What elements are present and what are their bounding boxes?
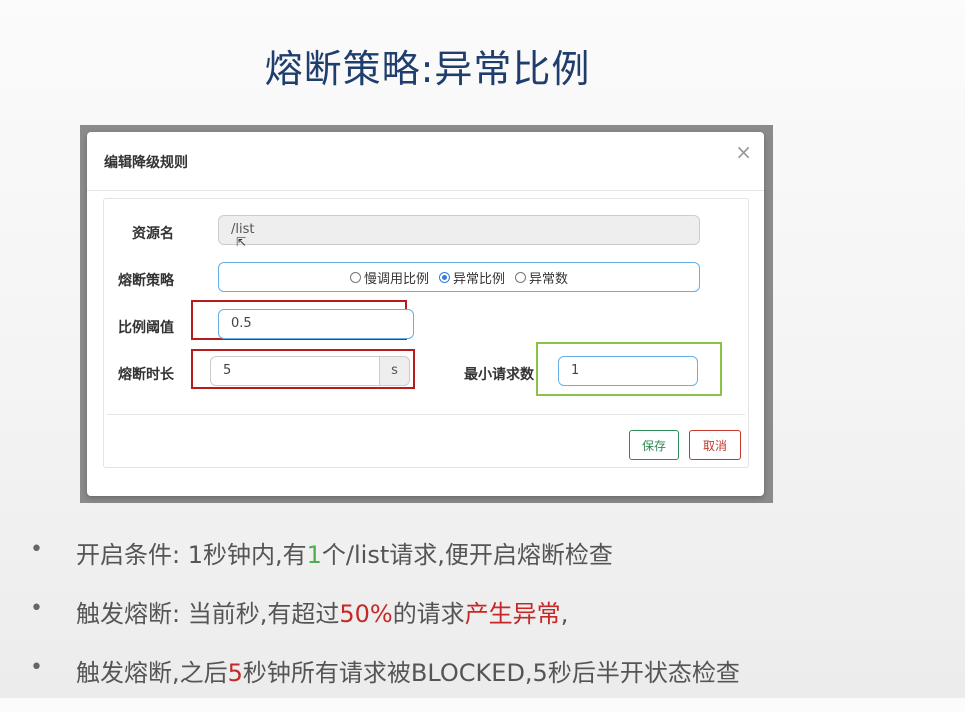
- bullet-text: 触发熔断: 当前秒,有超过50%的请求产生异常,: [76, 600, 569, 628]
- duration-unit-addon: s: [380, 356, 410, 386]
- edit-degrade-rule-dialog: 编辑降级规则 × 资源名 /list ⇱ 熔断策略 慢调用比例 异常比例 异常数…: [87, 132, 764, 496]
- resource-label: 资源名: [132, 226, 174, 242]
- radio-exception-ratio[interactable]: 异常比例: [438, 268, 505, 287]
- bullet-item: • 触发熔断: 当前秒,有超过50%的请求产生异常,: [30, 594, 950, 638]
- slide-title: 熔断策略:异常比例: [264, 47, 591, 91]
- min-requests-label: 最小请求数: [464, 367, 534, 383]
- save-button[interactable]: 保存: [629, 430, 679, 460]
- bullet-text: 触发熔断,之后5秒钟所有请求被BLOCKED,5秒后半开状态检查: [76, 659, 740, 687]
- dialog-title: 编辑降级规则: [104, 155, 188, 171]
- close-icon[interactable]: ×: [735, 140, 752, 164]
- bullet-item: • 触发熔断,之后5秒钟所有请求被BLOCKED,5秒后半开状态检查: [30, 653, 950, 697]
- bullet-list: • 开启条件: 1秒钟内,有1个/list请求,便开启熔断检查 • 触发熔断: …: [30, 535, 950, 712]
- dialog-header: 编辑降级规则 ×: [87, 132, 764, 191]
- resource-input[interactable]: /list: [218, 215, 700, 245]
- radio-label: 异常比例: [452, 271, 505, 287]
- radio-label: 异常数: [529, 271, 569, 287]
- duration-input[interactable]: 5: [210, 356, 380, 386]
- radio-circle-icon: [349, 271, 361, 283]
- ratio-input[interactable]: 0.5: [218, 309, 414, 339]
- bullet-dot-icon: •: [30, 537, 43, 562]
- dialog-body: 资源名 /list ⇱ 熔断策略 慢调用比例 异常比例 异常数 比例阈值 0.5…: [103, 198, 749, 468]
- cancel-button[interactable]: 取消: [689, 430, 741, 460]
- radio-label: 慢调用比例: [363, 271, 429, 287]
- strategy-label: 熔断策略: [118, 273, 174, 289]
- duration-label: 熔断时长: [118, 367, 174, 383]
- strategy-radio-group: 慢调用比例 异常比例 异常数: [218, 262, 700, 292]
- ratio-label: 比例阈值: [118, 320, 174, 336]
- bullet-text: 开启条件: 1秒钟内,有1个/list请求,便开启熔断检查: [76, 541, 613, 569]
- bullet-item: • 开启条件: 1秒钟内,有1个/list请求,便开启熔断检查: [30, 535, 950, 579]
- radio-exception-count[interactable]: 异常数: [515, 268, 568, 287]
- bullet-dot-icon: •: [30, 655, 43, 680]
- bullet-dot-icon: •: [30, 596, 43, 621]
- radio-selected-icon: [438, 271, 450, 283]
- radio-slow-ratio[interactable]: 慢调用比例: [349, 268, 429, 287]
- mouse-cursor-icon: ⇱: [236, 235, 247, 249]
- min-requests-input[interactable]: 1: [558, 356, 698, 386]
- screenshot-frame: 编辑降级规则 × 资源名 /list ⇱ 熔断策略 慢调用比例 异常比例 异常数…: [80, 125, 773, 503]
- footer-divider: [107, 414, 745, 415]
- radio-circle-icon: [515, 271, 526, 283]
